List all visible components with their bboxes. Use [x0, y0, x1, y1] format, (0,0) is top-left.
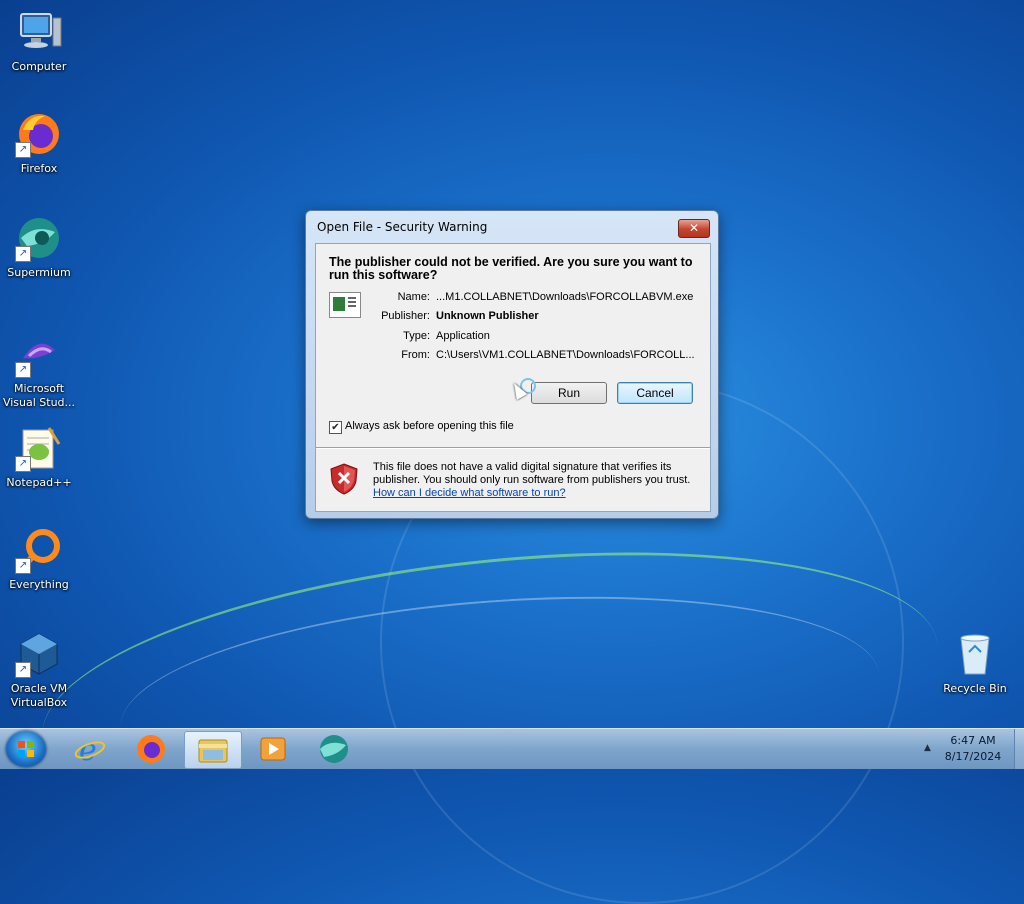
separator — [316, 447, 710, 449]
clock-date: 8/17/2024 — [944, 750, 1002, 763]
start-button[interactable] — [6, 731, 46, 767]
run-button[interactable]: Run — [531, 382, 607, 404]
desktop-icon-label: Computer — [11, 60, 67, 73]
close-icon: ✕ — [688, 221, 700, 235]
taskbar-media-player[interactable] — [245, 731, 301, 767]
taskbar: e ▲ 6:47 AM 8/17/2024 — [0, 728, 1024, 769]
desktop-icon-label: Everything — [9, 578, 69, 591]
security-warning-dialog: Open File - Security Warning ✕ The publi… — [305, 210, 719, 519]
wallpaper-streak — [28, 513, 952, 870]
shortcut-arrow-icon: ↗ — [15, 142, 31, 158]
svg-text:e: e — [79, 733, 97, 767]
shortcut-arrow-icon: ↗ — [15, 558, 31, 574]
media-player-icon — [260, 737, 286, 761]
from-label: From: — [401, 349, 430, 361]
taskbar-file-explorer[interactable] — [184, 731, 242, 769]
file-explorer-icon — [198, 739, 228, 763]
visual-studio-icon: ↗ — [15, 330, 63, 378]
supermium-icon — [320, 735, 348, 763]
always-ask-label[interactable]: Always ask before opening this file — [345, 420, 514, 432]
virtualbox-icon: ↗ — [15, 630, 63, 678]
shortcut-arrow-icon: ↗ — [15, 662, 31, 678]
shortcut-arrow-icon: ↗ — [15, 362, 31, 378]
shortcut-arrow-icon: ↗ — [15, 456, 31, 472]
desktop-icon-computer[interactable]: Computer — [1, 8, 77, 74]
type-label: Type: — [403, 330, 430, 342]
system-clock[interactable]: 6:47 AM 8/17/2024 — [936, 733, 1010, 765]
name-value: ...M1.COLLABNET\Downloads\FORCOLLABVM.ex… — [436, 291, 694, 303]
security-shield-icon — [330, 463, 358, 495]
taskbar-internet-explorer[interactable]: e — [62, 731, 118, 768]
taskbar-firefox[interactable] — [123, 731, 179, 767]
publisher-question: The publisher could not be verified. Are… — [329, 255, 693, 282]
shortcut-arrow-icon: ↗ — [15, 246, 31, 262]
desktop-icon-label: Microsoft Visual Stud... — [2, 382, 76, 409]
desktop-icon-label: Supermium — [7, 266, 71, 279]
desktop-icon-visual-studio[interactable]: ↗ Microsoft Visual Stud... — [1, 330, 77, 410]
desktop-icon-notepadpp[interactable]: ↗ Notepad++ — [1, 424, 77, 490]
show-hidden-icons-button[interactable]: ▲ — [924, 743, 931, 753]
recycle-bin-icon — [951, 630, 999, 678]
computer-icon — [15, 8, 63, 56]
desktop-icon-firefox[interactable]: ↗ Firefox — [1, 110, 77, 176]
internet-explorer-icon: e — [74, 733, 106, 768]
windows-logo-icon — [18, 741, 34, 757]
taskbar-supermium[interactable] — [306, 731, 362, 767]
clock-time: 6:47 AM — [950, 734, 996, 747]
publisher-label: Publisher: — [381, 310, 430, 322]
dialog-body: The publisher could not be verified. Are… — [315, 243, 711, 512]
type-value: Application — [436, 330, 490, 342]
desktop-icon-label: Oracle VM VirtualBox — [10, 682, 68, 709]
cancel-button[interactable]: Cancel — [617, 382, 693, 404]
always-ask-checkbox[interactable]: ✔ — [329, 421, 342, 434]
desktop-icon-label: Firefox — [20, 162, 58, 175]
publisher-value: Unknown Publisher — [436, 310, 539, 322]
dialog-title: Open File - Security Warning — [317, 220, 488, 234]
wallpaper-streak — [113, 573, 887, 829]
help-link[interactable]: How can I decide what software to run? — [373, 487, 566, 499]
show-desktop-button[interactable] — [1014, 729, 1024, 769]
desktop-icon-recycle-bin[interactable]: Recycle Bin — [937, 630, 1013, 696]
firefox-icon: ↗ — [15, 110, 63, 158]
desktop-icon-everything[interactable]: ↗ Everything — [1, 526, 77, 592]
close-button[interactable]: ✕ — [678, 219, 710, 238]
signature-warning-text: This file does not have a valid digital … — [373, 461, 691, 486]
everything-icon: ↗ — [15, 526, 63, 574]
desktop-icon-label: Notepad++ — [6, 476, 72, 489]
desktop-icon-supermium[interactable]: ↗ Supermium — [1, 214, 77, 280]
from-value: C:\Users\VM1.COLLABNET\Downloads\FORCOLL… — [436, 349, 695, 361]
notepadpp-icon: ↗ — [15, 424, 63, 472]
desktop-icon-virtualbox[interactable]: ↗ Oracle VM VirtualBox — [1, 630, 77, 710]
desktop-icon-label: Recycle Bin — [943, 682, 1007, 695]
supermium-icon: ↗ — [15, 214, 63, 262]
firefox-icon — [137, 735, 165, 763]
name-label: Name: — [397, 291, 430, 303]
